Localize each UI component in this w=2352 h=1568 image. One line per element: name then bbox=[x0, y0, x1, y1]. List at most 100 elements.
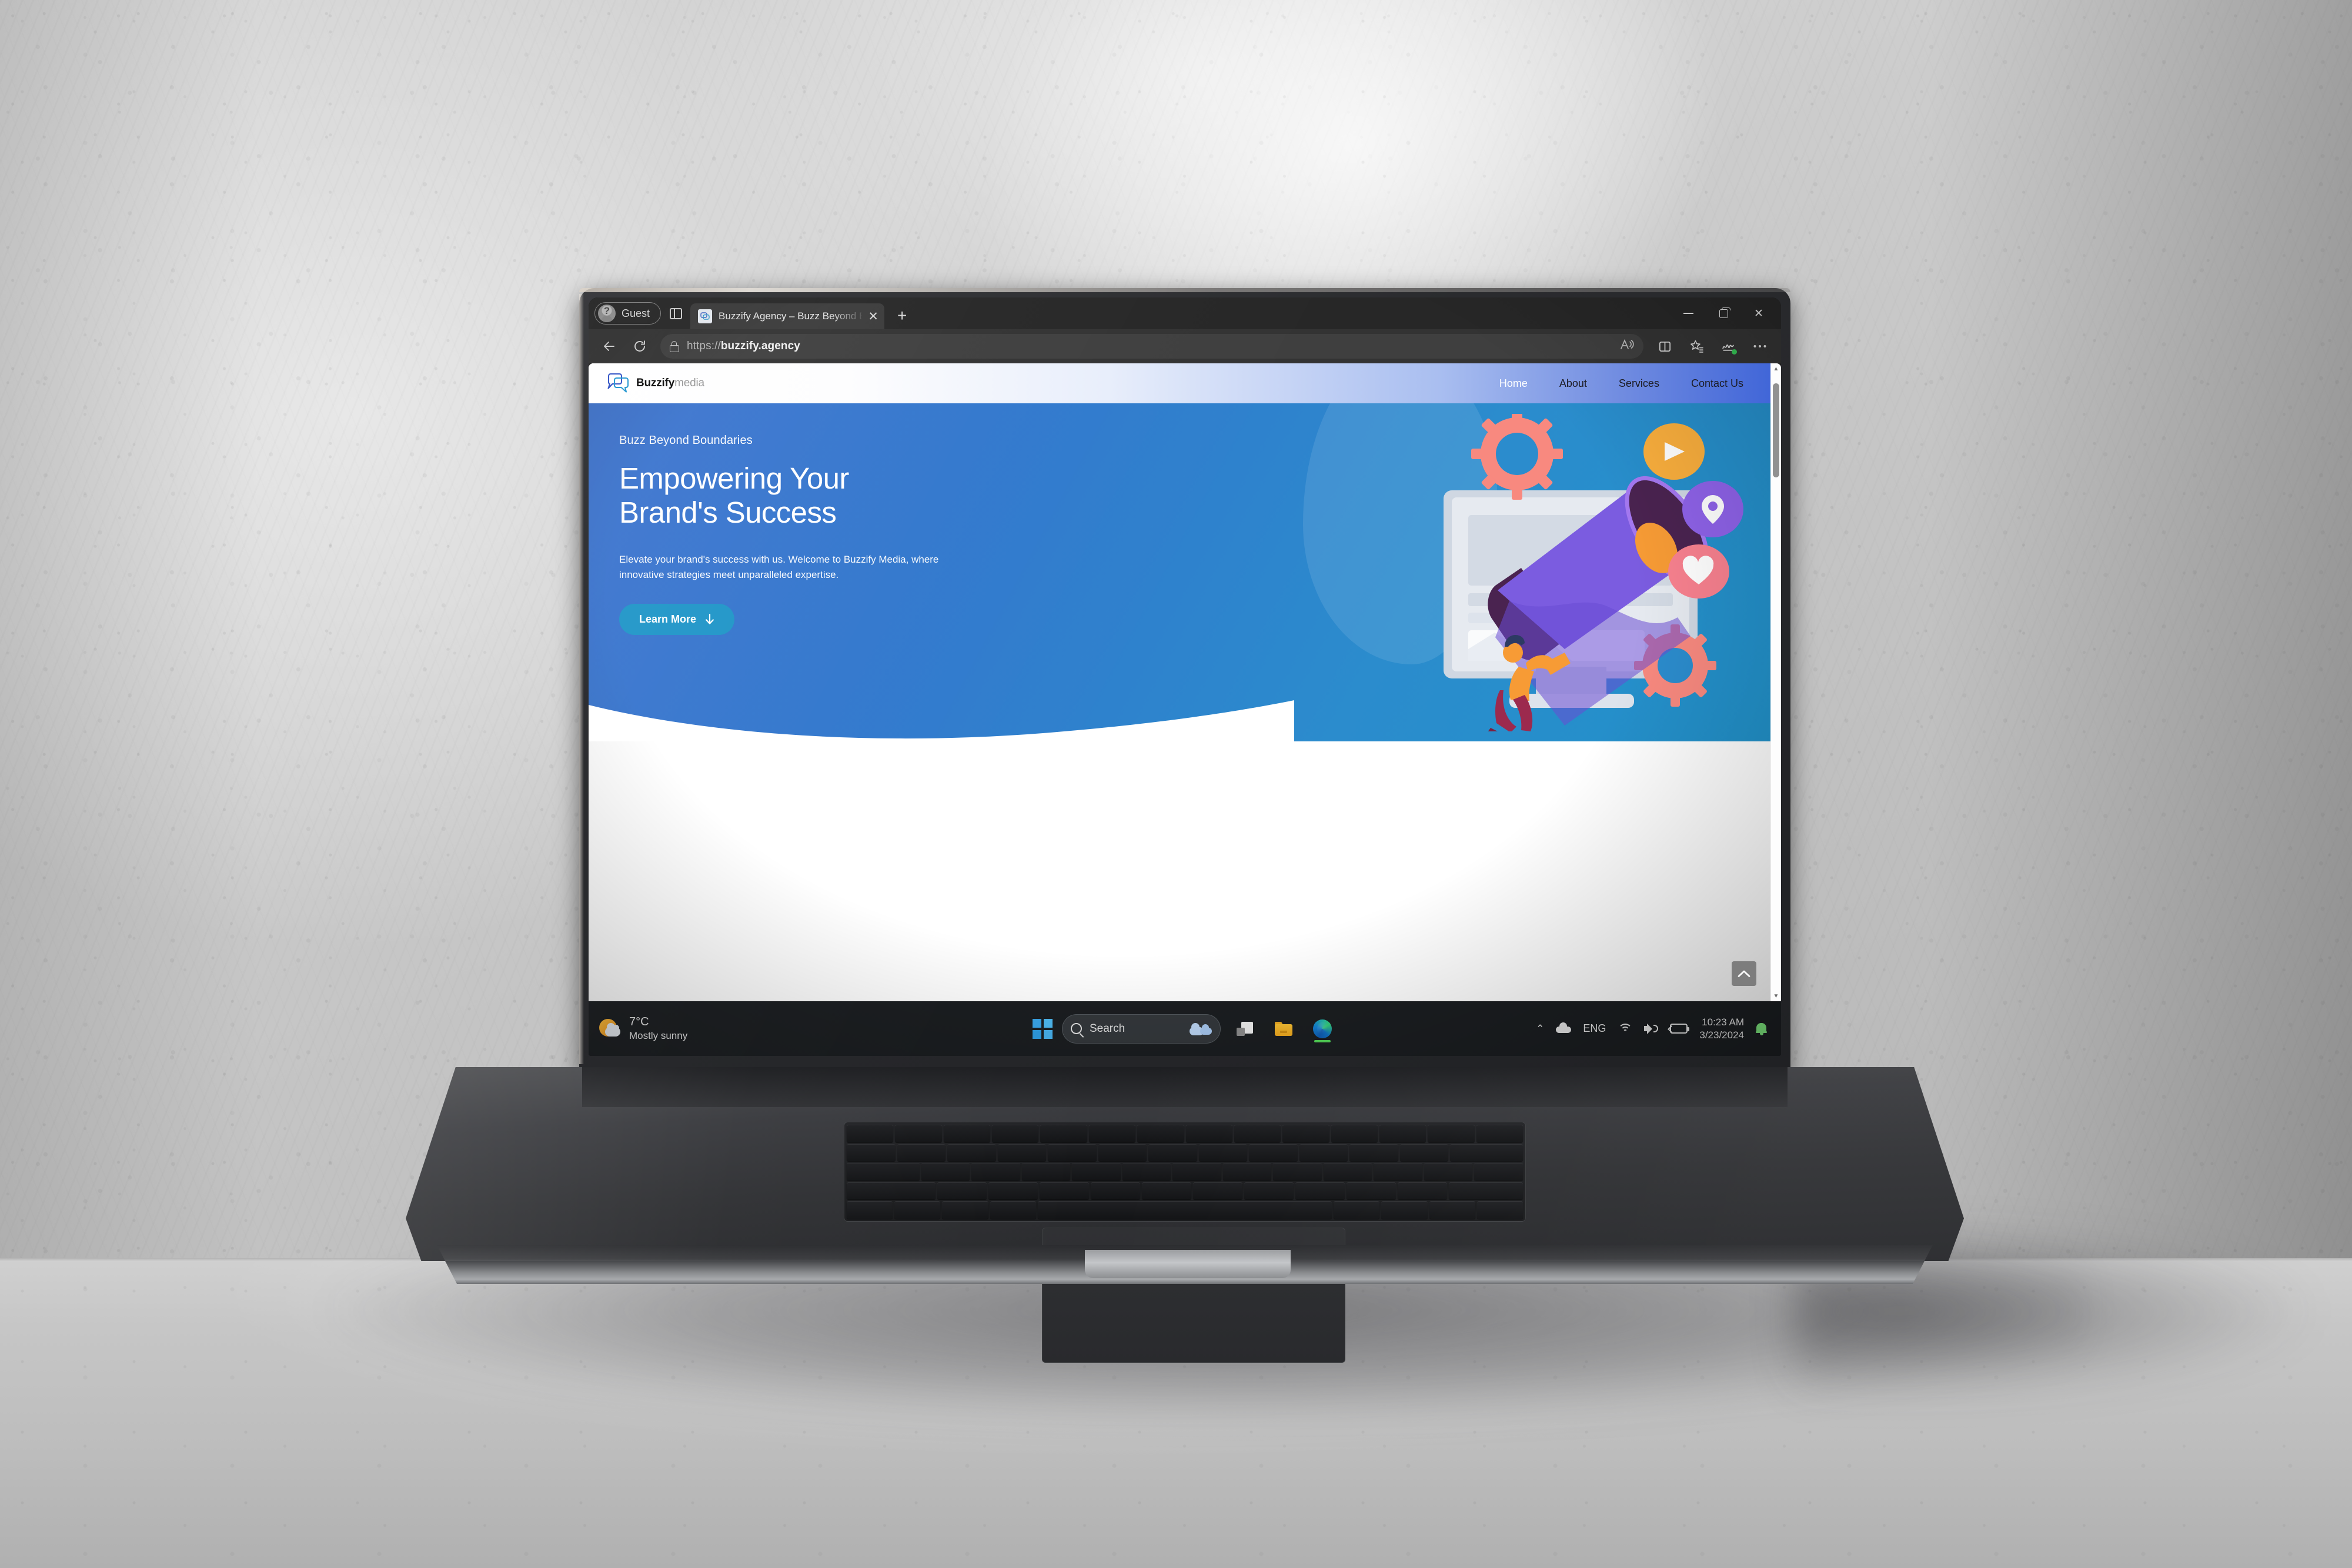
lid-top-edge bbox=[579, 288, 1790, 292]
tray-overflow-chevron-up-icon[interactable]: ⌃ bbox=[1536, 1023, 1544, 1035]
wifi-icon[interactable] bbox=[1618, 1023, 1632, 1034]
scrollbar-up-arrow[interactable]: ▲ bbox=[1771, 363, 1781, 374]
lid-left-edge bbox=[579, 294, 584, 1064]
laptop-lid: Guest bbox=[579, 288, 1790, 1076]
weather-widget[interactable]: 7°C Mostly sunny bbox=[599, 1015, 687, 1042]
address-bar[interactable]: https://buzzify.agency bbox=[660, 334, 1643, 359]
site-logo[interactable]: Buzzifymedia bbox=[606, 373, 704, 394]
window-controls: ✕ bbox=[1672, 301, 1775, 326]
scroll-to-top-button[interactable] bbox=[1732, 961, 1756, 986]
task-view-button[interactable] bbox=[1230, 1014, 1259, 1044]
microsoft-edge-icon bbox=[1313, 1019, 1332, 1038]
tab-close-icon[interactable]: ✕ bbox=[868, 310, 878, 323]
windows-taskbar: 7°C Mostly sunny Search ⌃ ENG 10:23 AM 3… bbox=[589, 1001, 1781, 1056]
hero-headline-line1: Empowering Your bbox=[619, 462, 849, 495]
speech-bubbles-icon bbox=[607, 373, 629, 393]
read-aloud-icon[interactable] bbox=[1620, 338, 1634, 355]
bell-icon[interactable] bbox=[1756, 1022, 1767, 1035]
settings-more-icon[interactable] bbox=[1746, 333, 1774, 360]
learn-more-label: Learn More bbox=[639, 613, 697, 625]
collections-icon[interactable] bbox=[1714, 333, 1742, 360]
sun-cloud-icon bbox=[599, 1018, 622, 1040]
task-view-icon bbox=[1237, 1021, 1253, 1036]
browser-tab[interactable]: Buzzify Agency – Buzz Beyond Bo ✕ bbox=[690, 303, 885, 329]
guest-avatar-icon bbox=[598, 305, 616, 322]
split-screen-icon[interactable] bbox=[1651, 333, 1679, 360]
browser-toolbar: https://buzzify.agency bbox=[589, 329, 1781, 363]
buzzify-website: Buzzifymedia Home About Services Contact… bbox=[589, 363, 1770, 1001]
nav-link-home[interactable]: Home bbox=[1499, 377, 1528, 390]
start-button[interactable] bbox=[1033, 1018, 1053, 1039]
page-scrollbar[interactable]: ▲ ▼ bbox=[1770, 363, 1781, 1001]
keyboard-row-home bbox=[847, 1182, 1523, 1200]
logo-name-bold: Buzzify bbox=[636, 377, 675, 389]
weather-text: 7°C Mostly sunny bbox=[629, 1015, 687, 1042]
keyboard-row-numbers bbox=[847, 1144, 1523, 1162]
profile-button-guest[interactable]: Guest bbox=[594, 302, 662, 325]
edge-taskbar-button[interactable] bbox=[1308, 1014, 1337, 1044]
file-explorer-icon bbox=[1275, 1021, 1292, 1036]
system-tray: ⌃ ENG 10:23 AM 3/23/2024 bbox=[1536, 1016, 1770, 1042]
tab-list-button[interactable] bbox=[666, 303, 686, 323]
minimize-button[interactable] bbox=[1672, 301, 1705, 326]
learn-more-button[interactable]: Learn More bbox=[619, 603, 735, 635]
keyboard-row-space bbox=[847, 1201, 1523, 1219]
new-tab-button[interactable]: + bbox=[889, 307, 915, 324]
taskbar-clock[interactable]: 10:23 AM 3/23/2024 bbox=[1699, 1016, 1744, 1042]
taskbar-search[interactable]: Search bbox=[1062, 1014, 1221, 1044]
hero-illustration bbox=[1421, 408, 1750, 741]
url-scheme: https:// bbox=[687, 340, 721, 352]
clock-date: 3/23/2024 bbox=[1699, 1029, 1744, 1041]
laptop-device: Guest bbox=[406, 288, 1964, 1363]
url-domain: buzzify.agency bbox=[720, 340, 800, 352]
volume-icon[interactable] bbox=[1644, 1023, 1659, 1034]
hero-headline: Empowering Your Brand's Success bbox=[619, 462, 1031, 530]
clock-time: 10:23 AM bbox=[1702, 1016, 1744, 1028]
chevron-up-icon bbox=[1738, 970, 1750, 977]
back-button[interactable] bbox=[596, 333, 623, 360]
edge-browser-window: Guest bbox=[589, 297, 1781, 1001]
scrollbar-thumb[interactable] bbox=[1773, 383, 1779, 477]
nav-link-about[interactable]: About bbox=[1559, 377, 1587, 390]
weather-condition: Mostly sunny bbox=[629, 1029, 688, 1041]
logo-wordmark: Buzzifymedia bbox=[636, 377, 704, 390]
battery-charging-icon[interactable] bbox=[1668, 1024, 1690, 1034]
scrollbar-down-arrow[interactable]: ▼ bbox=[1771, 991, 1781, 1001]
laptop-keyboard bbox=[844, 1122, 1526, 1222]
tab-title: Buzzify Agency – Buzz Beyond Bo bbox=[719, 310, 862, 322]
lock-icon bbox=[670, 340, 679, 352]
address-bar-url: https://buzzify.agency bbox=[687, 340, 800, 353]
close-window-button[interactable]: ✕ bbox=[1742, 301, 1775, 326]
cloud-icon[interactable] bbox=[1556, 1022, 1572, 1033]
hero-wave-divider bbox=[589, 700, 1294, 741]
hero-copy: Buzz Beyond Boundaries Empowering Your B… bbox=[619, 434, 1031, 635]
clouds-icon bbox=[1190, 1022, 1212, 1035]
collections-status-dot bbox=[1732, 349, 1737, 355]
restore-icon bbox=[1719, 307, 1730, 318]
hero-subcopy: Elevate your brand's success with us. We… bbox=[619, 554, 939, 581]
weather-temperature: 7°C bbox=[629, 1015, 649, 1029]
keyboard-row-function bbox=[847, 1125, 1524, 1142]
arrow-down-icon bbox=[706, 613, 714, 624]
buzzify-favicon bbox=[698, 309, 713, 323]
restore-button[interactable] bbox=[1707, 301, 1740, 326]
file-explorer-button[interactable] bbox=[1269, 1014, 1298, 1044]
page-below-hero bbox=[589, 741, 1770, 1001]
profile-label: Guest bbox=[622, 307, 650, 319]
refresh-button[interactable] bbox=[626, 333, 653, 360]
favorites-icon[interactable] bbox=[1682, 333, 1710, 360]
tab-list-icon bbox=[669, 307, 682, 319]
hero-eyebrow: Buzz Beyond Boundaries bbox=[619, 434, 753, 447]
hero-headline-line2: Brand's Success bbox=[619, 496, 837, 530]
page-viewport: Buzzifymedia Home About Services Contact… bbox=[589, 363, 1781, 1001]
search-placeholder: Search bbox=[1090, 1022, 1125, 1035]
nav-link-contact-us[interactable]: Contact Us bbox=[1691, 377, 1743, 390]
site-header: Buzzifymedia Home About Services Contact… bbox=[589, 363, 1770, 403]
nav-link-services[interactable]: Services bbox=[1619, 377, 1659, 390]
hero-section: Buzz Beyond Boundaries Empowering Your B… bbox=[589, 403, 1770, 741]
search-icon bbox=[1071, 1023, 1082, 1034]
language-indicator[interactable]: ENG bbox=[1583, 1022, 1606, 1035]
laptop-hinge bbox=[582, 1067, 1788, 1107]
windows-desktop: Guest bbox=[589, 297, 1781, 1056]
keyboard-row-qwerty bbox=[847, 1163, 1523, 1181]
